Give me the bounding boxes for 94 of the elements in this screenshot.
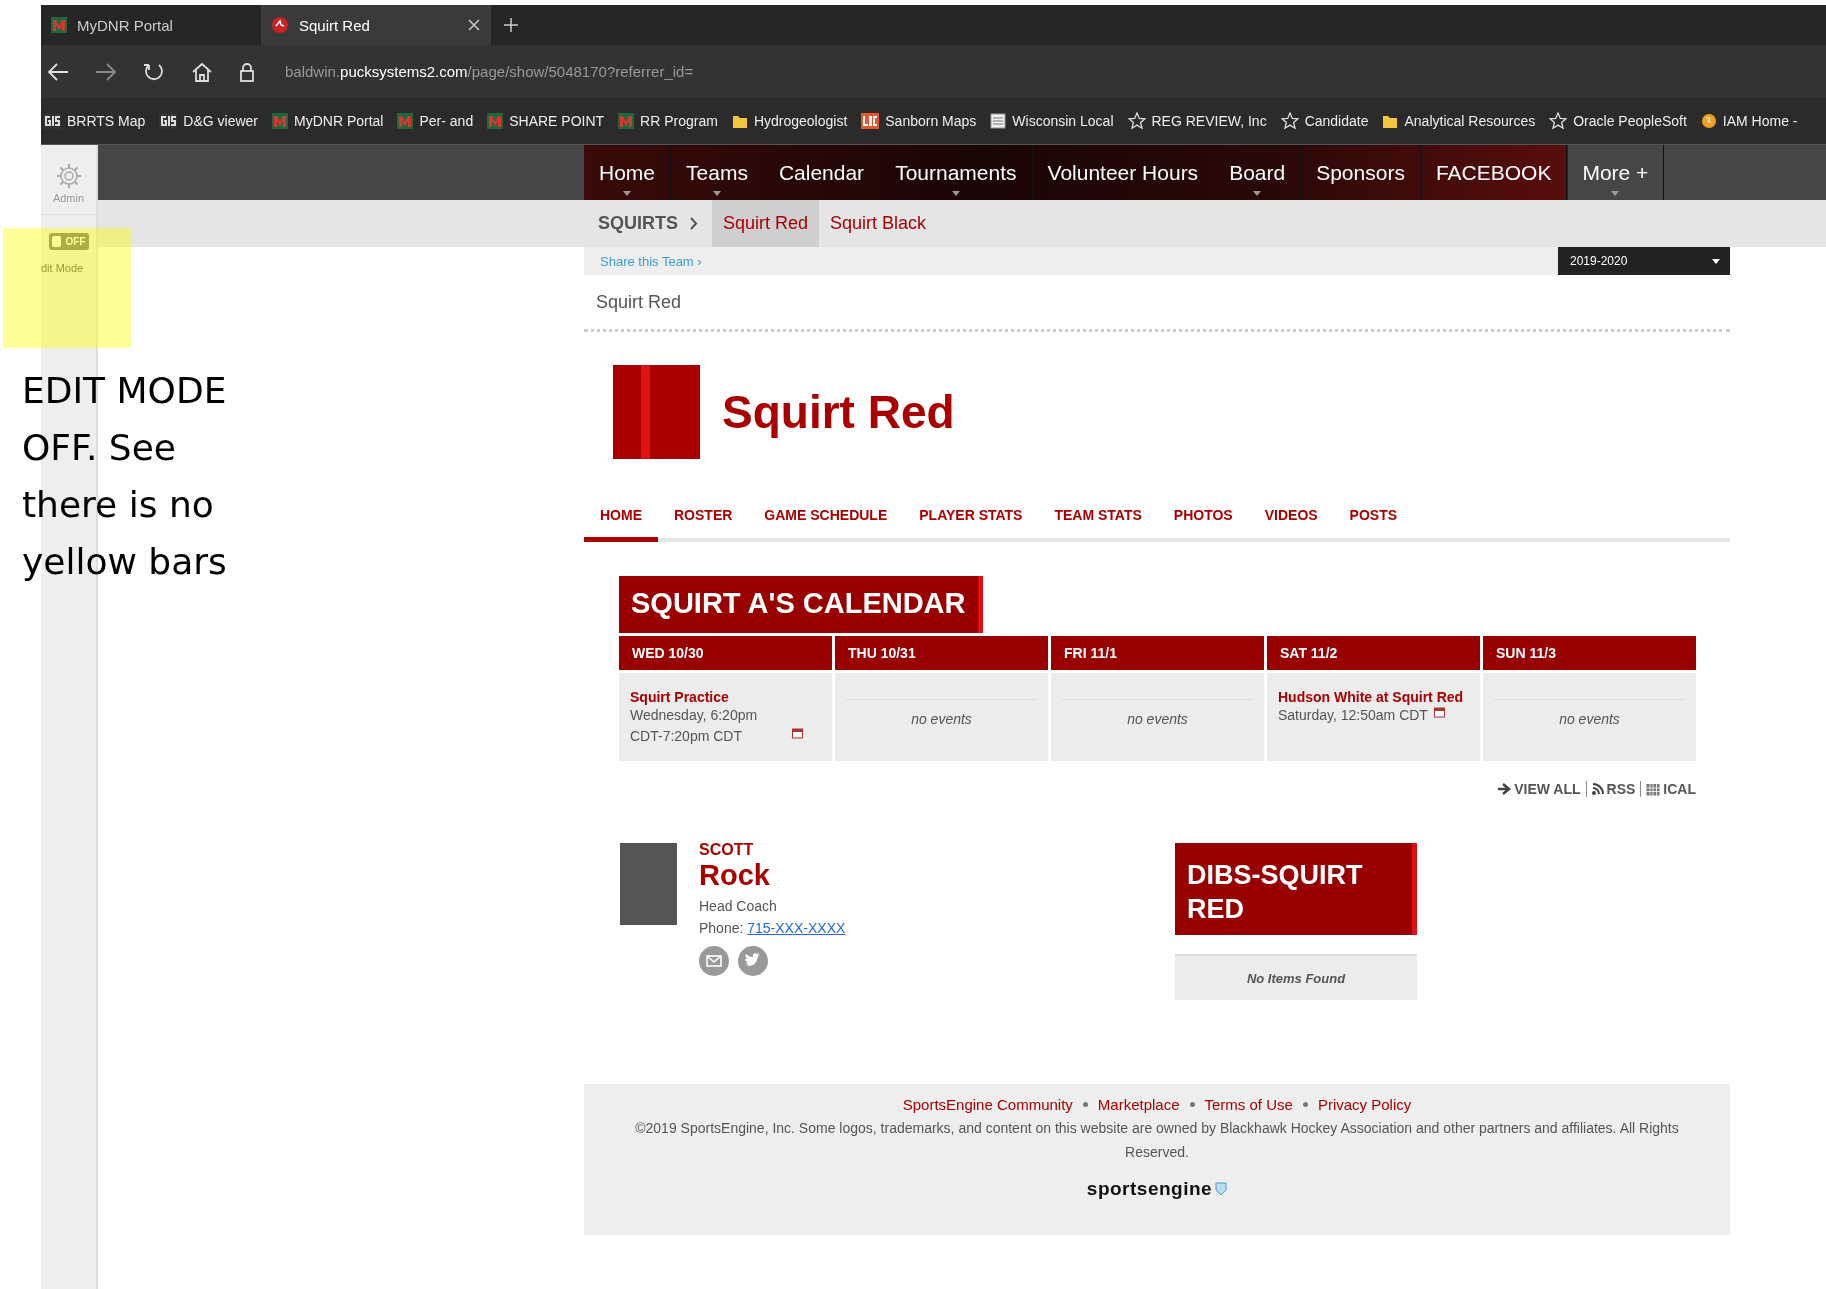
team-tab[interactable]: TEAM STATS	[1038, 499, 1158, 542]
loc-logo-icon	[861, 113, 880, 129]
copyright-text: ©2019 SportsEngine, Inc. Some logos, trademarks, and content on this website are owned by Blackhawk Hockey Association and other partners and affiliates. All Rights Reserved.	[634, 1119, 1680, 1162]
m-logo-icon	[618, 113, 635, 129]
lock-icon	[239, 61, 255, 82]
bookmark[interactable]: Wisconsin Local	[990, 113, 1114, 129]
team-tab[interactable]: POSTS	[1333, 499, 1414, 542]
chevron-right-icon	[690, 217, 698, 230]
team-tab[interactable]: PLAYER STATS	[903, 499, 1039, 542]
bookmark[interactable]: Oracle PeopleSoft	[1549, 112, 1687, 130]
arrow-right-icon	[1498, 783, 1512, 795]
team-tab[interactable]: HOME	[584, 499, 658, 542]
annotation-text: EDIT MODE OFF. See there is no yellow bars	[22, 369, 228, 584]
forward-arrow-icon[interactable]	[95, 61, 117, 82]
ical-link[interactable]: ICAL	[1641, 781, 1696, 797]
bookmark[interactable]: BRRTS Map	[43, 113, 146, 129]
footer-link[interactable]: SportsEngine Community	[902, 1096, 1073, 1113]
event-time: Wednesday, 6:20pm CDT-7:20pm CDT	[630, 706, 759, 746]
bookmark[interactable]: Per- and	[397, 113, 474, 129]
page-title: Squirt Red	[584, 275, 1730, 332]
globe-icon	[1700, 113, 1717, 129]
coach-role: Head Coach	[699, 898, 778, 914]
phone-link[interactable]: 715-XXX-XXXX	[747, 920, 846, 936]
browser-tab[interactable]: Squirt Red	[261, 5, 491, 45]
dibs-title: DIBS-SQUIRT RED	[1175, 843, 1417, 935]
team-tab[interactable]: PHOTOS	[1157, 499, 1249, 542]
calendar-icon	[1646, 782, 1661, 796]
browser-tab[interactable]: MyDNR Portal	[41, 5, 261, 45]
event-link[interactable]: Hudson White at Squirt Red	[1278, 689, 1469, 705]
day-header: SAT 11/2	[1267, 636, 1480, 670]
calendar-title: SQUIRT A'S CALENDAR	[619, 576, 983, 633]
team-tab[interactable]: ROSTER	[658, 499, 749, 542]
day-header: THU 10/31	[835, 636, 1048, 670]
footer-link[interactable]: Privacy Policy	[1317, 1096, 1412, 1113]
document-icon	[990, 113, 1007, 129]
team-link[interactable]: Squirt Black	[819, 200, 938, 247]
bookmark[interactable]: D&G viewer	[159, 113, 258, 129]
team-link[interactable]: Squirt Red	[712, 200, 820, 247]
sportsengine-logo[interactable]: sportsengine	[1086, 1178, 1228, 1200]
star-icon	[1127, 112, 1146, 130]
rss-icon	[1591, 783, 1604, 795]
bookmark[interactable]: Analytical Resources	[1382, 113, 1536, 129]
no-events-text: no events	[1494, 699, 1685, 727]
m-logo-icon	[51, 17, 67, 33]
new-tab-plus-icon[interactable]	[503, 17, 519, 33]
bookmark[interactable]: Sanborn Maps	[861, 113, 977, 129]
url-field[interactable]: baldwin.pucksystems2.com/page/show/5048170?referrer_id=	[285, 63, 694, 80]
close-icon[interactable]	[467, 18, 481, 32]
phone-label: Phone:	[699, 920, 745, 936]
edit-mode-label: dit Mode	[41, 262, 84, 274]
team-tab[interactable]: GAME SCHEDULE	[748, 499, 904, 542]
season-dropdown[interactable]: 2019-2020	[1558, 247, 1730, 275]
back-arrow-icon[interactable]	[47, 61, 69, 82]
folder-icon	[731, 113, 748, 129]
rss-link[interactable]: RSS	[1586, 781, 1642, 797]
calendar-icon[interactable]	[1433, 706, 1445, 718]
bookmark[interactable]: REG REVIEW, Inc	[1127, 112, 1267, 130]
bookmark[interactable]: MyDNR Portal	[272, 113, 384, 129]
footer-link[interactable]: Marketplace	[1097, 1096, 1180, 1113]
bookmark[interactable]: Hydrogeologist	[731, 113, 848, 129]
home-icon[interactable]	[191, 61, 213, 82]
event-link[interactable]: Squirt Practice	[630, 689, 821, 705]
footer-link[interactable]: Terms of Use	[1204, 1096, 1293, 1113]
bookmark[interactable]: IAM Home -	[1700, 113, 1798, 129]
bookmark[interactable]: SHARE POINT	[487, 113, 605, 129]
team-tab[interactable]: VIDEOS	[1248, 499, 1334, 542]
coach-last-name: Rock	[699, 859, 771, 892]
bookmark[interactable]: RR Program	[618, 113, 718, 129]
team-group-label[interactable]: SQUIRTS	[598, 213, 678, 234]
m-logo-icon	[397, 113, 414, 129]
calendar-icon[interactable]	[792, 727, 803, 739]
day-header: WED 10/30	[619, 636, 832, 670]
event-time: Saturday, 12:50am CDT	[1278, 706, 1428, 725]
gis-logo-icon	[159, 113, 178, 129]
email-icon[interactable]	[699, 946, 729, 976]
no-events-text: no events	[1062, 699, 1253, 727]
view-all-link[interactable]: VIEW ALL	[1493, 781, 1587, 797]
day-header: SUN 11/3	[1483, 636, 1696, 670]
coach-first-name: SCOTT	[699, 841, 755, 859]
no-events-text: no events	[846, 699, 1037, 727]
admin-label: Admin	[52, 192, 85, 204]
puck-logo-icon	[271, 16, 289, 34]
m-logo-icon	[272, 113, 288, 129]
star-icon	[1280, 112, 1299, 130]
bookmark[interactable]: Candidate	[1280, 112, 1369, 130]
day-header: FRI 11/1	[1051, 636, 1264, 670]
m-logo-icon	[487, 113, 504, 129]
shield-icon	[1215, 1182, 1228, 1196]
no-items-text: No Items Found	[1175, 954, 1417, 1000]
star-icon	[1549, 112, 1568, 130]
team-name: Squirt Red	[722, 385, 955, 439]
folder-icon	[1382, 113, 1399, 129]
bird-icon[interactable]	[738, 946, 768, 976]
caret-icon	[1712, 258, 1720, 264]
